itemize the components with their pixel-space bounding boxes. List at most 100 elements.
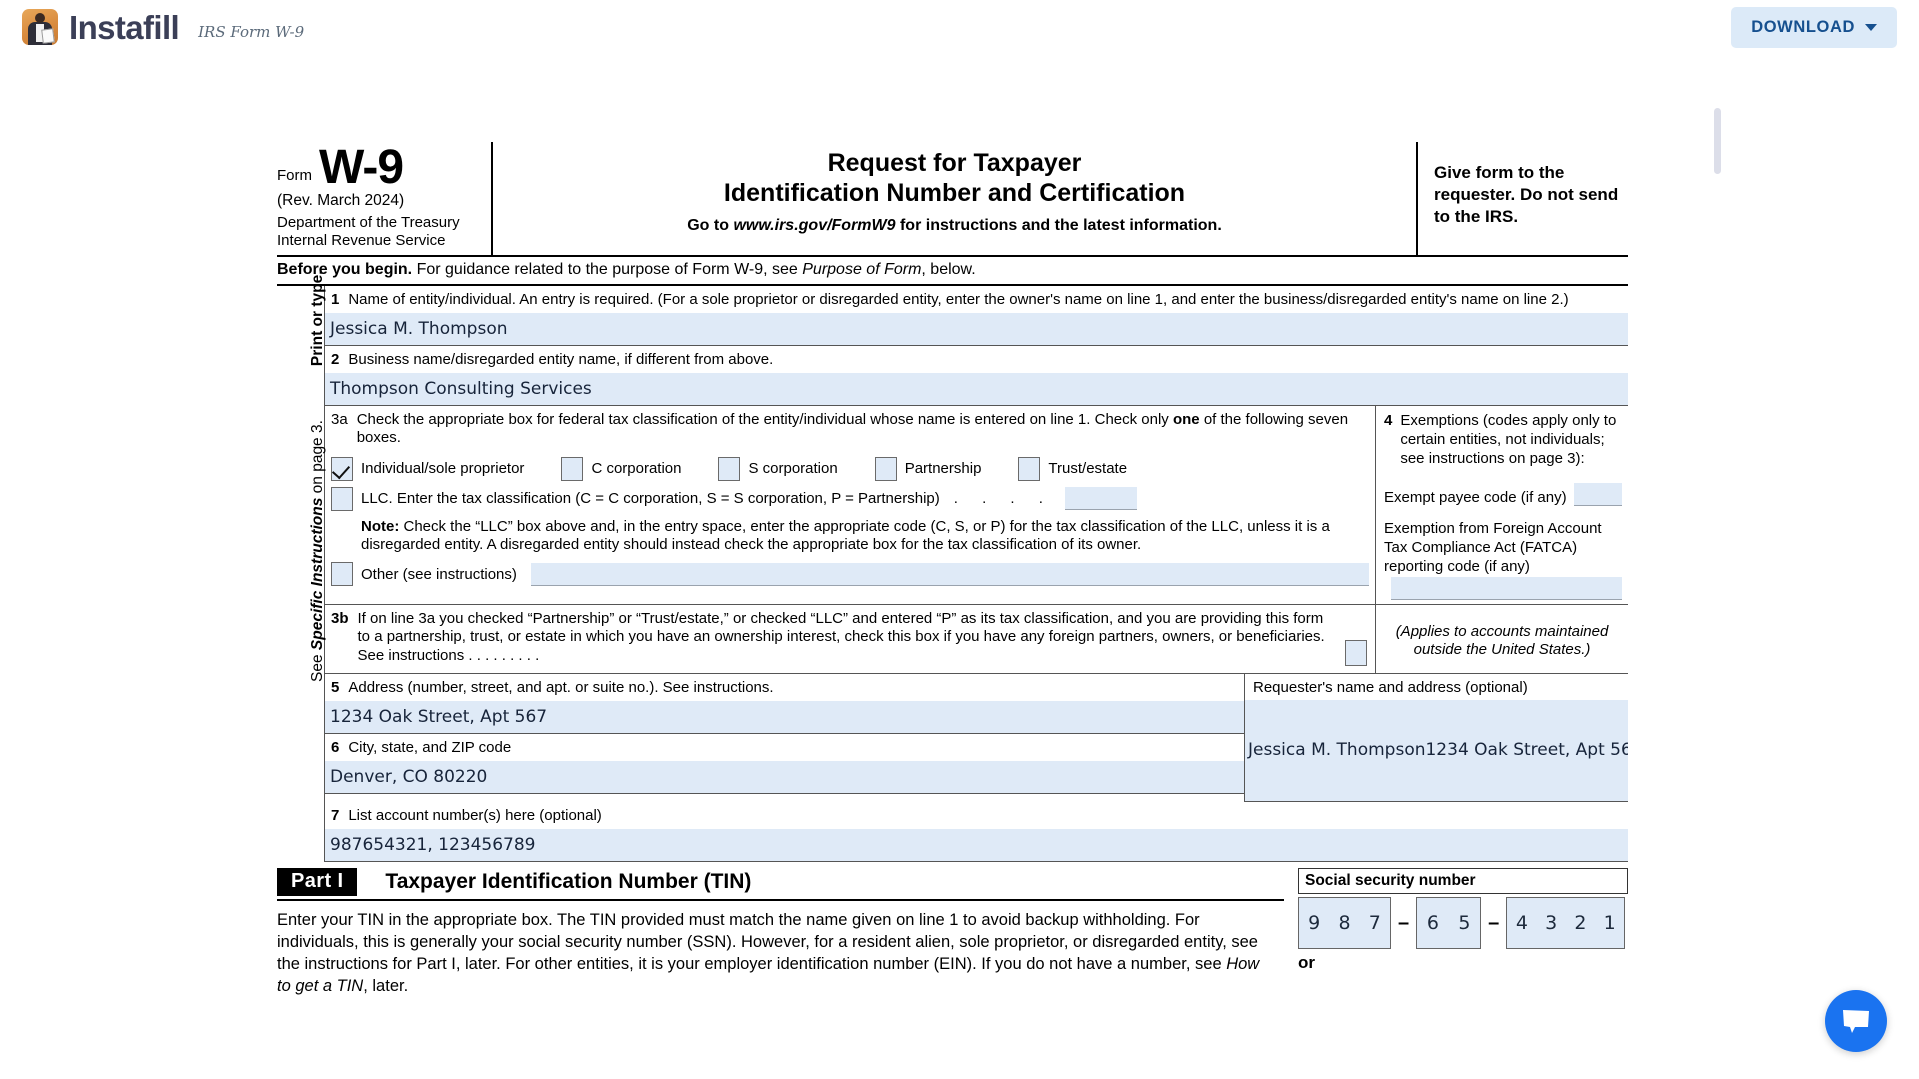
line-2-number: 2 <box>331 350 340 368</box>
part-1-title: Taxpayer Identification Number (TIN) <box>385 870 752 894</box>
brand-name: Instafill <box>69 8 180 46</box>
chat-bubble-icon <box>1843 1010 1869 1033</box>
ssn-digit-7: 3 <box>1545 912 1558 935</box>
checkbox-individual-sole-proprietor[interactable] <box>331 456 353 481</box>
checkbox-label-s-corporation: S corporation <box>748 460 838 478</box>
line-4-number: 4 <box>1384 412 1393 430</box>
part-1-body-pre: Enter your TIN in the appropriate box. T… <box>277 911 1258 974</box>
line-2-block: 2 Business name/disregarded entity name,… <box>325 346 1628 407</box>
purpose-of-form-italic: Purpose of Form <box>802 260 922 278</box>
ssn-digit-1: 9 <box>1308 912 1321 935</box>
requester-address-input[interactable]: Jessica M. Thompson1234 Oak Street, Apt … <box>1245 699 1628 802</box>
llc-note-bold: Note: <box>361 517 400 535</box>
line-3a-label-row: 3a Check the appropriate box for federal… <box>331 411 1369 448</box>
chevron-down-icon <box>1865 24 1877 31</box>
fatca-code-input[interactable] <box>1391 576 1622 600</box>
ssn-group-3[interactable]: 4 3 2 1 <box>1506 897 1626 950</box>
form-number: W-9 <box>319 141 404 194</box>
line-3b-label-row: 3b If on line 3a you checked “Partnershi… <box>331 610 1369 666</box>
brand-subtitle: IRS Form W-9 <box>198 22 305 41</box>
ssn-digit-8: 2 <box>1574 912 1587 935</box>
line-3a-number: 3a <box>331 411 348 429</box>
line-2-label: Business name/disregarded entity name, i… <box>348 350 774 368</box>
line-2-business-name-input[interactable]: Thompson Consulting Services <box>325 373 1628 407</box>
line-7-block: 7 List account number(s) here (optional)… <box>325 802 1628 863</box>
checkbox-llc[interactable] <box>331 486 353 511</box>
line-3b-leader-dots: . . . . . . . . . <box>468 647 540 665</box>
checkbox-c-corporation[interactable] <box>561 456 584 481</box>
requester-block: Requester's name and address (optional) … <box>1244 673 1628 802</box>
give-form-note: Give form to the requester. Do not send … <box>1434 163 1619 226</box>
line-6-city-state-zip-input[interactable]: Denver, CO 80220 <box>325 761 1244 795</box>
llc-note-text: Check the “LLC” box above and, in the en… <box>361 517 1330 554</box>
ssn-digit-6: 4 <box>1515 912 1528 935</box>
line-7-label-row: 7 List account number(s) here (optional) <box>325 802 1628 829</box>
requester-label: Requester's name and address (optional) <box>1253 678 1528 696</box>
line-6-block: 6 City, state, and ZIP code Denver, CO 8… <box>325 734 1244 795</box>
llc-row: LLC. Enter the tax classification (C = C… <box>331 486 1369 511</box>
ssn-or-label: or <box>1298 953 1315 973</box>
other-row: Other (see instructions) <box>331 562 1369 587</box>
line-3a-label: Check the appropriate box for federal ta… <box>357 411 1369 448</box>
before-begin-tail: , below. <box>921 260 976 278</box>
llc-label: LLC. Enter the tax classification (C = C… <box>361 490 940 508</box>
line-3b-inner: If on line 3a you checked “Partnership” … <box>358 610 1369 666</box>
exempt-payee-code-input[interactable] <box>1573 483 1622 507</box>
page-scrollbar-track[interactable] <box>1713 60 1723 1020</box>
line-1-label: Name of entity/individual. An entry is r… <box>348 290 1569 308</box>
irs-url[interactable]: www.irs.gov/FormW9 <box>733 217 895 234</box>
chat-support-button[interactable] <box>1825 990 1887 1052</box>
download-button[interactable]: DOWNLOAD <box>1731 7 1897 48</box>
form-department: Department of the Treasury Internal Reve… <box>277 214 483 249</box>
other-label: Other (see instructions) <box>361 565 517 583</box>
line-5-label: Address (number, street, and apt. or sui… <box>348 678 774 696</box>
before-begin-bold: Before you begin. <box>277 260 413 278</box>
ssn-group-2[interactable]: 6 5 <box>1416 897 1482 950</box>
ssn-digit-4: 6 <box>1426 912 1439 935</box>
line-2-label-row: 2 Business name/disregarded entity name,… <box>325 346 1628 373</box>
exempt-payee-row: Exempt payee code (if any) <box>1384 483 1622 507</box>
line-5-address-input[interactable]: 1234 Oak Street, Apt 567 <box>325 701 1244 735</box>
line-5-label-row: 5 Address (number, street, and apt. or s… <box>325 674 1244 701</box>
checkbox-foreign-partners[interactable] <box>1345 639 1367 666</box>
part-1-left: Part I Taxpayer Identification Number (T… <box>277 868 1284 998</box>
applies-to-accounts-note: (Applies to accounts maintained outside … <box>1395 622 1609 659</box>
instafill-logo-icon <box>22 9 58 45</box>
line-4-label: Exemptions (codes apply only to certain … <box>1400 412 1617 467</box>
form-header: Form W-9 (Rev. March 2024) Department of… <box>277 142 1628 257</box>
ssn-digit-3: 7 <box>1368 912 1381 935</box>
part-1-section: Part I Taxpayer Identification Number (T… <box>277 868 1628 998</box>
part-1-badge: Part I <box>277 868 358 897</box>
line-7-label: List account number(s) here (optional) <box>348 806 602 824</box>
vertical-instructions-strip: See Specific Instructions on page 3. Prin… <box>277 270 326 863</box>
llc-note: Note: Check the “LLC” box above and, in … <box>361 518 1369 555</box>
checkbox-other[interactable] <box>331 562 353 587</box>
checkbox-label-trust-estate: Trust/estate <box>1048 460 1128 478</box>
line-6-label: City, state, and ZIP code <box>348 739 512 757</box>
ssn-group-1[interactable]: 9 8 7 <box>1298 897 1391 950</box>
form-header-left: Form W-9 (Rev. March 2024) Department of… <box>277 142 493 255</box>
part-1-body-post: , later. <box>363 976 409 995</box>
line-4-block: 4 Exemptions (codes apply only to certai… <box>1376 406 1628 604</box>
form-header-title: Request for Taxpayer Identification Numb… <box>493 142 1418 255</box>
ssn-digit-5: 5 <box>1458 912 1471 935</box>
before-begin-text: For guidance related to the purpose of F… <box>412 260 803 278</box>
page-scrollbar-thumb[interactable] <box>1714 108 1721 174</box>
form-title-line-2: Identification Number and Certification <box>723 179 1186 207</box>
print-or-type-text: Print or type. <box>309 270 326 366</box>
other-input[interactable] <box>530 562 1369 586</box>
ssn-separator-1: – <box>1398 911 1410 934</box>
llc-classification-input[interactable] <box>1064 487 1137 511</box>
app-header: Instafill IRS Form W-9 DOWNLOAD <box>0 0 1919 54</box>
checkbox-s-corporation[interactable] <box>718 456 741 481</box>
checkbox-trust-estate[interactable] <box>1018 456 1041 481</box>
brand: Instafill IRS Form W-9 <box>0 9 304 45</box>
line-3a-label-bold: one <box>1172 411 1200 429</box>
checkbox-partnership[interactable] <box>874 456 897 481</box>
form-body: See Specific Instructions on page 3. Prin… <box>277 270 1628 863</box>
line-3a-label-part1: Check the appropriate box for federal ta… <box>356 411 1173 429</box>
part-1-body-text: Enter your TIN in the appropriate box. T… <box>277 910 1284 998</box>
form-title-line-1: Request for Taxpayer <box>827 149 1082 177</box>
line-1-name-input[interactable]: Jessica M. Thompson <box>325 312 1628 346</box>
line-7-account-numbers-input[interactable]: 987654321, 123456789 <box>325 829 1628 863</box>
